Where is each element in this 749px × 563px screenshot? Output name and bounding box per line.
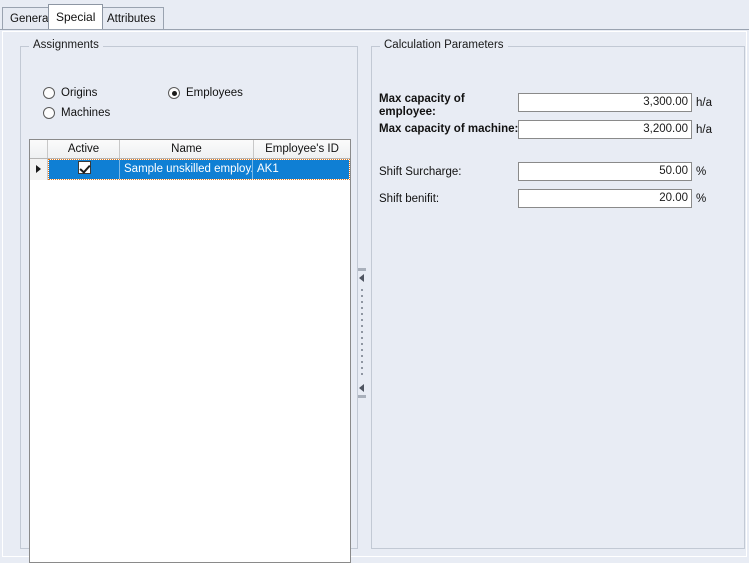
- tab-special[interactable]: Special: [48, 4, 103, 29]
- radio-machines[interactable]: Machines: [43, 107, 110, 119]
- max-capacity-machine-label: Max capacity of machine:: [379, 123, 519, 136]
- tab-attributes-label: Attributes: [107, 13, 156, 25]
- shift-benefit-label: Shift benifit:: [379, 193, 439, 206]
- calculation-parameters-group: Calculation Parameters Max capacity of e…: [371, 46, 745, 549]
- shift-surcharge-unit: %: [696, 166, 706, 179]
- row-indicator-cell[interactable]: [30, 159, 48, 180]
- calculation-parameters-group-title: Calculation Parameters: [380, 39, 508, 52]
- table-row[interactable]: Sample unskilled employ... AK1: [30, 159, 350, 180]
- tab-general-label: General: [10, 13, 51, 25]
- splitter-grip-icon[interactable]: [361, 289, 363, 379]
- shift-surcharge-input[interactable]: 50.00: [518, 162, 692, 181]
- grid-header-row: Active Name Employee's ID: [30, 140, 350, 159]
- row-cell-employee-id[interactable]: AK1: [253, 160, 349, 179]
- splitter-collapse-up-icon[interactable]: [359, 274, 364, 282]
- shift-benefit-unit: %: [696, 193, 706, 206]
- tab-page-special: Assignments Origins Machines Employees A…: [0, 29, 749, 560]
- row-focus-frame: Sample unskilled employ... AK1: [48, 159, 350, 180]
- assignments-grid[interactable]: Active Name Employee's ID Sample unskill…: [29, 139, 351, 563]
- max-capacity-employee-unit: h/a: [696, 97, 712, 110]
- row-cell-active[interactable]: [49, 160, 120, 179]
- max-capacity-employee-input[interactable]: 3,300.00: [518, 93, 692, 112]
- current-row-arrow-icon: [36, 165, 41, 173]
- max-capacity-machine-input[interactable]: 3,200.00: [518, 120, 692, 139]
- grid-corner-header[interactable]: [30, 140, 48, 158]
- splitter-collapse-down-icon[interactable]: [359, 384, 364, 392]
- radio-employees[interactable]: Employees: [168, 87, 243, 99]
- shift-benefit-input[interactable]: 20.00: [518, 189, 692, 208]
- radio-origins[interactable]: Origins: [43, 87, 97, 99]
- tab-attributes[interactable]: Attributes: [99, 7, 164, 29]
- row-cell-name[interactable]: Sample unskilled employ...: [120, 160, 253, 179]
- max-capacity-employee-label: Max capacity of employee:: [379, 93, 509, 119]
- radio-employees-label: Employees: [186, 87, 243, 99]
- splitter-cap-bottom: [358, 395, 366, 398]
- radio-employees-mark: [168, 87, 180, 99]
- tab-strip: General Special Attributes: [0, 0, 749, 30]
- radio-machines-label: Machines: [61, 107, 110, 119]
- grid-column-header-active[interactable]: Active: [48, 140, 120, 158]
- grid-column-header-name[interactable]: Name: [120, 140, 254, 158]
- radio-machines-mark: [43, 107, 55, 119]
- panel-splitter[interactable]: [355, 46, 369, 549]
- tab-page-inner: Assignments Origins Machines Employees A…: [2, 31, 747, 557]
- shift-surcharge-label: Shift Surcharge:: [379, 166, 461, 179]
- active-checkbox[interactable]: [78, 161, 91, 174]
- assignments-group-title: Assignments: [29, 39, 103, 52]
- splitter-cap-top: [358, 268, 366, 271]
- assignments-group: Assignments Origins Machines Employees A…: [20, 46, 358, 549]
- max-capacity-machine-unit: h/a: [696, 124, 712, 137]
- radio-origins-label: Origins: [61, 87, 97, 99]
- tab-special-label: Special: [56, 10, 95, 24]
- grid-column-header-employee-id[interactable]: Employee's ID: [254, 140, 350, 158]
- radio-origins-mark: [43, 87, 55, 99]
